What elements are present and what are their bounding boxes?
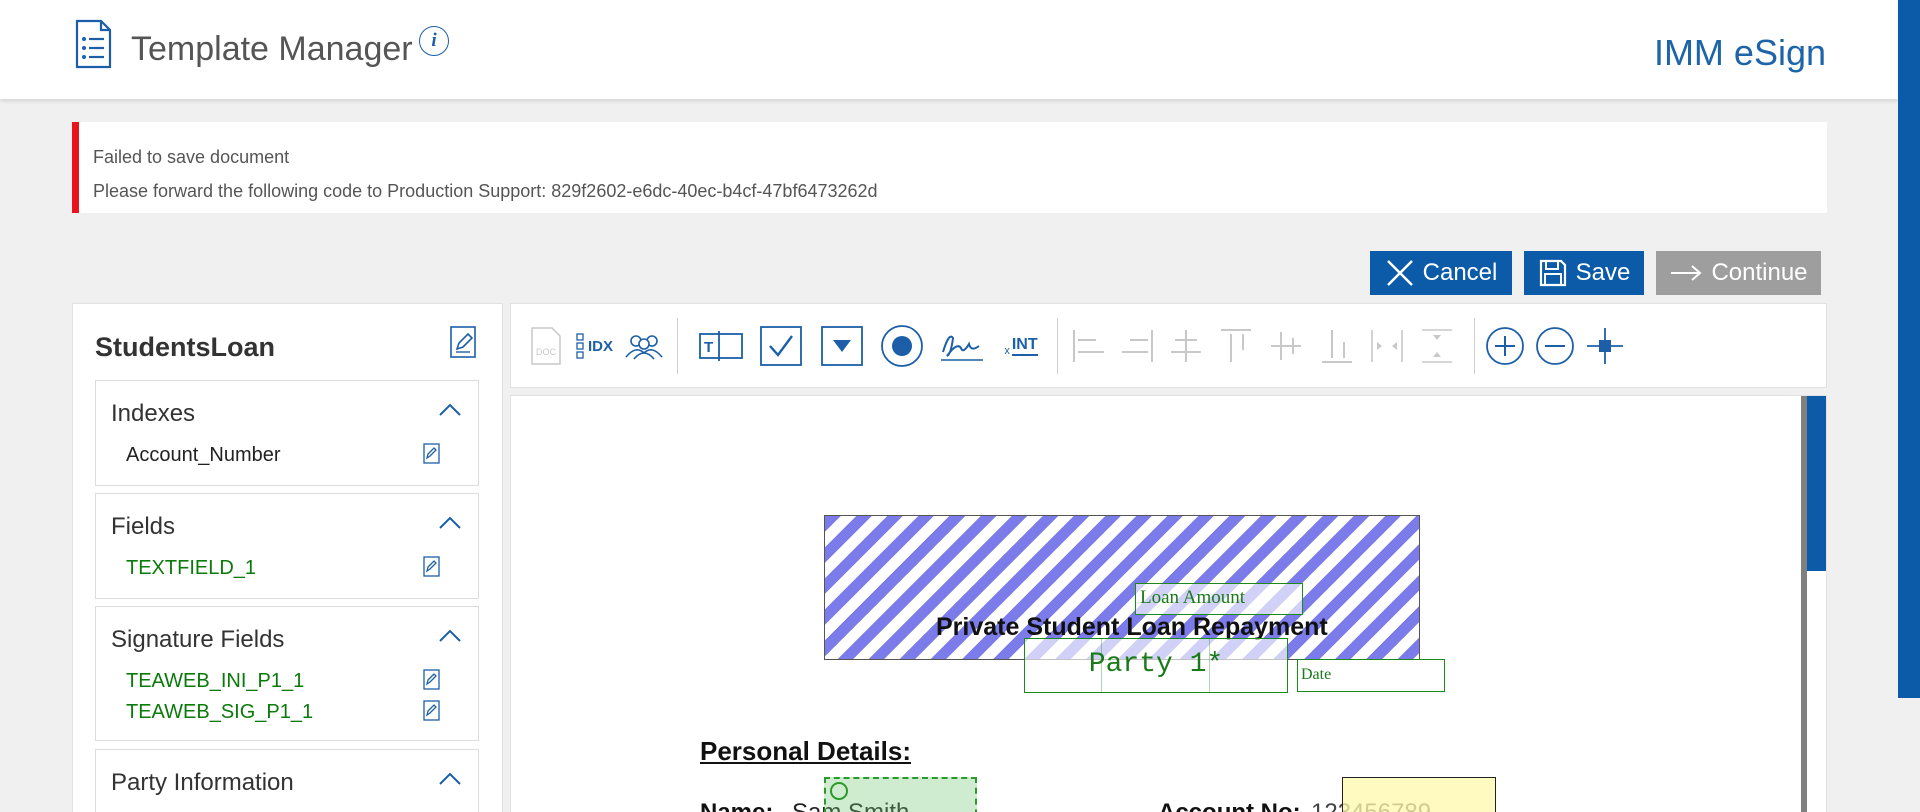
canvas-scrollbar-thumb[interactable] <box>1807 396 1826 571</box>
indexes-header[interactable]: Indexes <box>111 400 195 428</box>
party-field-gridline <box>1101 639 1102 692</box>
error-message: Failed to save document <box>93 147 290 167</box>
party-information-section: Party Information <box>95 749 479 812</box>
edit-icon[interactable] <box>423 669 440 690</box>
name-label: Name: <box>700 799 773 812</box>
template-name: StudentsLoan <box>95 332 275 362</box>
info-icon[interactable]: i <box>419 26 449 56</box>
save-icon <box>1539 259 1566 287</box>
align-center-v-icon[interactable] <box>1166 324 1206 368</box>
cancel-label: Cancel <box>1422 259 1498 286</box>
save-label: Save <box>1575 259 1631 286</box>
close-icon <box>1386 260 1413 286</box>
align-top-icon[interactable] <box>1216 324 1256 368</box>
doc-icon[interactable]: DOC <box>529 324 563 368</box>
toolbar-divider <box>677 318 678 374</box>
toolbar-divider <box>1474 318 1475 374</box>
zoom-out-icon[interactable] <box>1534 324 1576 368</box>
personal-details-heading: Personal Details: <box>700 736 911 766</box>
chevron-up-icon[interactable] <box>438 629 462 643</box>
save-button[interactable]: Save <box>1524 251 1644 295</box>
initials-prefix: x <box>1004 345 1010 357</box>
brand-logo: IMM eSign <box>1653 32 1826 73</box>
person-icon <box>830 782 848 800</box>
template-panel: StudentsLoan Indexes Account_Number Fiel… <box>72 303 503 812</box>
signature-fields-header[interactable]: Signature Fields <box>111 626 284 654</box>
page-scrollbar[interactable] <box>1898 0 1920 812</box>
dropdown-icon[interactable] <box>820 324 864 368</box>
continue-label: Continue <box>1711 259 1808 286</box>
fields-header[interactable]: Fields <box>111 513 175 541</box>
date-field[interactable]: Date <box>1297 659 1445 692</box>
index-field-box[interactable] <box>1342 777 1496 812</box>
idx-label: IDX <box>587 337 613 355</box>
signature-icon[interactable] <box>939 324 985 368</box>
error-code-message: Please forward the following code to Pro… <box>93 181 878 201</box>
align-left-icon[interactable] <box>1069 324 1109 368</box>
edit-template-icon[interactable] <box>450 326 476 358</box>
loan-amount-field[interactable]: Loan Amount <box>1135 583 1303 615</box>
chevron-up-icon[interactable] <box>438 772 462 786</box>
cancel-button[interactable]: Cancel <box>1370 251 1512 295</box>
signature-fields-section: Signature Fields TEAWEB_INI_P1_1 TEAWEB_… <box>95 606 479 741</box>
chevron-up-icon[interactable] <box>438 403 462 417</box>
textfield-icon[interactable]: T <box>696 324 746 368</box>
arrow-right-icon <box>1671 265 1702 281</box>
edit-icon[interactable] <box>423 556 440 577</box>
signature-field-box[interactable] <box>824 777 977 812</box>
edit-icon[interactable] <box>423 700 440 721</box>
initials-label: INT <box>1011 336 1038 356</box>
indexes-section: Indexes Account_Number <box>95 380 479 486</box>
field-item-textfield-1[interactable]: TEXTFIELD_1 <box>126 557 256 580</box>
edit-icon[interactable] <box>423 443 440 464</box>
party-field-gridline <box>1209 639 1210 692</box>
continue-button[interactable]: Continue <box>1656 251 1821 295</box>
error-alert: Failed to save document Please forward t… <box>72 122 1827 213</box>
checkbox-icon[interactable] <box>759 324 803 368</box>
radio-icon[interactable] <box>880 324 924 368</box>
chevron-up-icon[interactable] <box>438 516 462 530</box>
initials-icon[interactable]: x INT <box>997 324 1045 368</box>
index-item-account-number[interactable]: Account_Number <box>126 444 281 467</box>
account-label: Account No: <box>1158 799 1301 812</box>
align-middle-icon[interactable] <box>1266 324 1306 368</box>
svg-text:DOC: DOC <box>536 347 557 357</box>
app-header: Template Manager i IMM eSign <box>0 0 1898 99</box>
idx-icon[interactable]: IDX <box>573 324 615 368</box>
parties-icon[interactable] <box>623 324 665 368</box>
svg-text:T: T <box>704 339 713 356</box>
party-field[interactable]: Party 1* <box>1024 638 1288 693</box>
party-information-header[interactable]: Party Information <box>111 769 294 797</box>
align-right-icon[interactable] <box>1117 324 1157 368</box>
editor-toolbar: DOC IDX T x INT <box>510 303 1827 388</box>
align-bottom-icon[interactable] <box>1317 324 1357 368</box>
zoom-in-icon[interactable] <box>1484 324 1526 368</box>
fields-section: Fields TEXTFIELD_1 <box>95 493 479 599</box>
distribute-h-icon[interactable] <box>1367 324 1407 368</box>
signature-item-signature[interactable]: TEAWEB_SIG_P1_1 <box>126 701 313 724</box>
party-field-label: Party 1* <box>1088 649 1224 680</box>
fit-icon[interactable] <box>1584 324 1626 368</box>
page-scrollbar-thumb[interactable] <box>1898 0 1920 698</box>
signature-item-initials[interactable]: TEAWEB_INI_P1_1 <box>126 670 304 693</box>
toolbar-divider <box>1057 318 1058 374</box>
distribute-v-icon[interactable] <box>1417 324 1457 368</box>
document-canvas[interactable]: Private Student Loan Repayment Loan Amou… <box>510 395 1827 812</box>
list-document-icon <box>75 19 112 69</box>
page-title: Template Manager <box>131 30 413 68</box>
